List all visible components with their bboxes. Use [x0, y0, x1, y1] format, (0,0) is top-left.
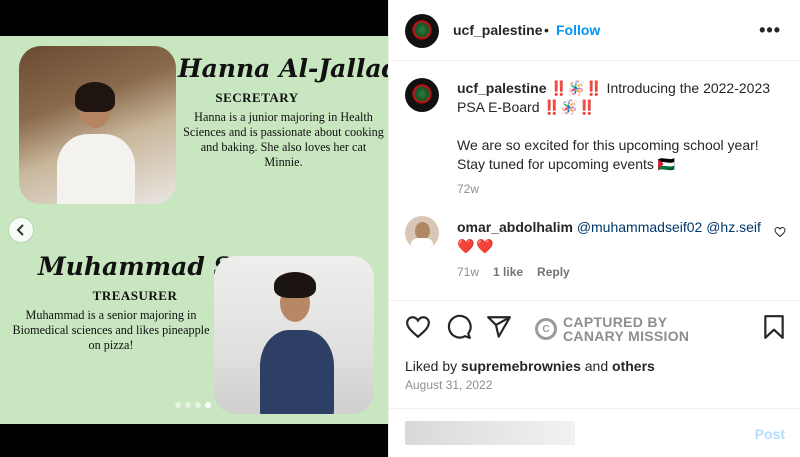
liked-by-prefix: Liked by — [405, 358, 458, 374]
comment-hearts: ❤️❤️ — [457, 238, 496, 254]
liked-by-suffix: and — [584, 358, 609, 374]
avatar[interactable] — [405, 14, 439, 48]
post-button[interactable]: Post — [755, 426, 785, 442]
caption: ucf_palestine ‼️🪅‼️ Introducing the 2022… — [457, 79, 787, 199]
comment-input[interactable] — [405, 421, 575, 445]
add-comment-bar: Post — [389, 408, 800, 457]
caption-username[interactable]: ucf_palestine — [457, 80, 546, 96]
watermark-line1: CAPTURED BY — [563, 314, 668, 330]
member-photo-hanna — [19, 46, 176, 204]
carousel-dot — [185, 402, 191, 408]
watermark-line2: CANARY MISSION — [563, 328, 690, 344]
heart-outline-icon[interactable] — [774, 226, 786, 241]
caption-line2: We are so excited for this upcoming scho… — [457, 137, 759, 172]
post-header: ucf_palestine • Follow ••• — [389, 0, 800, 61]
carousel-slide: Hanna Al-Jallad SECRETARY Hanna is a jun… — [0, 36, 388, 424]
liked-by-others[interactable]: others — [612, 358, 655, 374]
post-date[interactable]: August 31, 2022 — [405, 378, 492, 392]
member-name: Hanna Al-Jallad — [178, 54, 388, 83]
liked-by: Liked by supremebrownies and others — [405, 358, 655, 374]
member-role: SECRETARY — [215, 90, 299, 105]
comment-icon[interactable] — [446, 314, 472, 340]
member-bio: Hanna is a junior majoring in Health Sci… — [183, 110, 384, 169]
avatar[interactable] — [405, 78, 439, 112]
share-icon[interactable] — [486, 314, 512, 340]
member-bio: Muhammad is a senior majoring in Biomedi… — [12, 308, 210, 352]
follow-button[interactable]: Follow — [556, 22, 600, 38]
comment-mentions[interactable]: @muhammadseif02 @hz.seif — [577, 219, 761, 235]
post-sidebar: ucf_palestine • Follow ••• ucf_palestine… — [388, 0, 800, 457]
member-role: TREASURER — [92, 288, 178, 303]
comment: omar_abdolhalim @muhammadseif02 @hz.seif… — [457, 218, 767, 256]
liked-by-user[interactable]: supremebrownies — [461, 358, 581, 374]
carousel-indicator — [175, 402, 211, 408]
comment-time[interactable]: 71w — [457, 265, 479, 279]
carousel-dot — [175, 402, 181, 408]
avatar[interactable] — [405, 216, 439, 250]
watermark: C CAPTURED BY CANARY MISSION — [535, 315, 689, 343]
more-horizontal-icon[interactable]: ••• — [759, 20, 781, 41]
bookmark-icon[interactable] — [761, 314, 787, 340]
comment-meta: 71w 1 like Reply — [457, 265, 570, 279]
member-photo-muhammad — [214, 256, 374, 414]
comment-username[interactable]: omar_abdolhalim — [457, 219, 573, 235]
post-actions: C CAPTURED BY CANARY MISSION Liked by su… — [389, 300, 800, 410]
carousel-dot — [195, 402, 201, 408]
comment-likes[interactable]: 1 like — [493, 265, 523, 279]
separator-dot: • — [544, 22, 549, 38]
caption-time[interactable]: 72w — [457, 180, 787, 199]
heart-icon[interactable] — [405, 314, 431, 340]
post-media: Hanna Al-Jallad SECRETARY Hanna is a jun… — [0, 0, 388, 457]
carousel-dot-active — [205, 402, 211, 408]
reply-button[interactable]: Reply — [537, 265, 570, 279]
watermark-logo-icon: C — [535, 318, 557, 340]
username-link[interactable]: ucf_palestine — [453, 22, 542, 38]
chevron-left-icon[interactable] — [9, 218, 33, 242]
